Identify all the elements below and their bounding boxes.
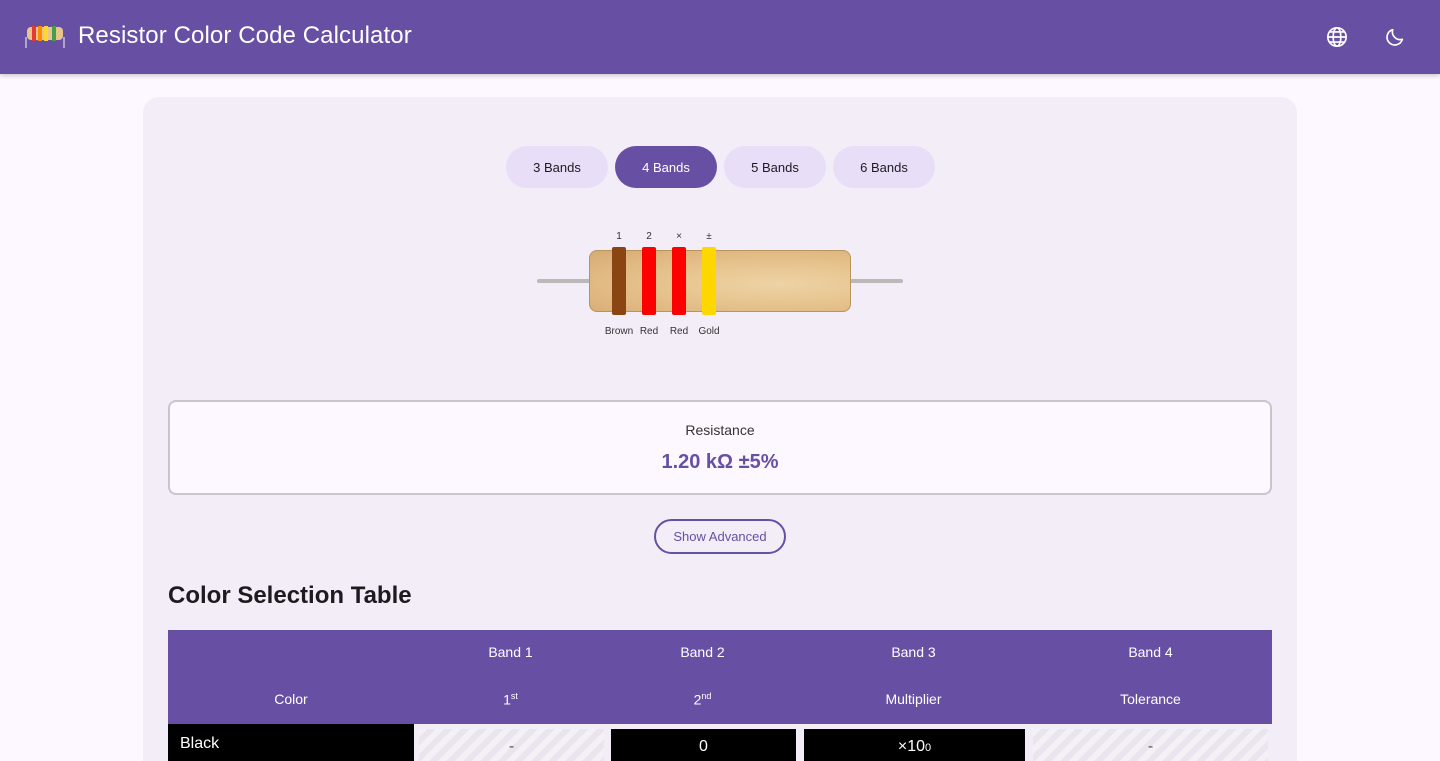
tab-6-bands[interactable]: 6 Bands	[833, 146, 935, 188]
show-advanced-button[interactable]: Show Advanced	[654, 519, 786, 554]
app-title: Resistor Color Code Calculator	[78, 22, 412, 49]
color-table-title: Color Selection Table	[168, 582, 412, 609]
resistance-result: Resistance 1.20 kΩ ±5%	[168, 400, 1272, 495]
band-1-option-cell: -	[419, 729, 604, 761]
header-band-1: Band 1	[488, 644, 533, 660]
resistor-band-1[interactable]	[612, 247, 626, 315]
tolerance-option-cell: -	[1033, 729, 1268, 761]
band-2-option-cell[interactable]: 0	[611, 729, 796, 761]
result-value: 1.20 kΩ ±5%	[661, 451, 779, 473]
multiplier-option-cell[interactable]: ×10 0	[804, 729, 1025, 761]
resistor-logo-icon	[25, 26, 65, 48]
resistor-body	[589, 250, 851, 312]
header-second-digit: 2nd	[693, 691, 712, 708]
resistor-band-4[interactable]	[702, 247, 716, 315]
header-multiplier: Multiplier	[885, 691, 942, 707]
band-4-index: ±	[706, 231, 712, 242]
language-button[interactable]	[1321, 21, 1353, 53]
globe-icon	[1327, 27, 1347, 47]
table-row: Black - 0 ×10 0 -	[168, 724, 1272, 761]
resistor-lead-left	[537, 279, 591, 283]
resistor-band-2[interactable]	[642, 247, 656, 315]
resistor-lead-right	[849, 279, 903, 283]
color-name-cell: Black	[168, 724, 414, 761]
header-band-2: Band 2	[680, 644, 725, 660]
header-band-3: Band 3	[891, 644, 936, 660]
band-2-index: 2	[646, 231, 652, 242]
tab-5-bands[interactable]: 5 Bands	[724, 146, 826, 188]
header-color: Color	[274, 691, 308, 707]
table-header: Band 1 Band 2 Band 3 Band 4 Color 1st 2n…	[168, 630, 1272, 724]
app-header: Resistor Color Code Calculator	[0, 0, 1440, 74]
resistor-diagram: 1 2 × ± Brown Red Red Gold	[537, 228, 903, 343]
header-band-4: Band 4	[1128, 644, 1173, 660]
header-first-digit: 1st	[503, 691, 518, 708]
tab-4-bands[interactable]: 4 Bands	[615, 146, 717, 188]
header-tolerance: Tolerance	[1120, 691, 1181, 707]
theme-toggle-button[interactable]	[1379, 21, 1411, 53]
result-label: Resistance	[685, 422, 755, 438]
resistor-band-3[interactable]	[672, 247, 686, 315]
tab-3-bands[interactable]: 3 Bands	[506, 146, 608, 188]
band-3-index: ×	[676, 231, 682, 242]
moon-icon	[1386, 28, 1404, 46]
band-4-color-name: Gold	[698, 326, 720, 337]
band-1-index: 1	[616, 231, 622, 242]
